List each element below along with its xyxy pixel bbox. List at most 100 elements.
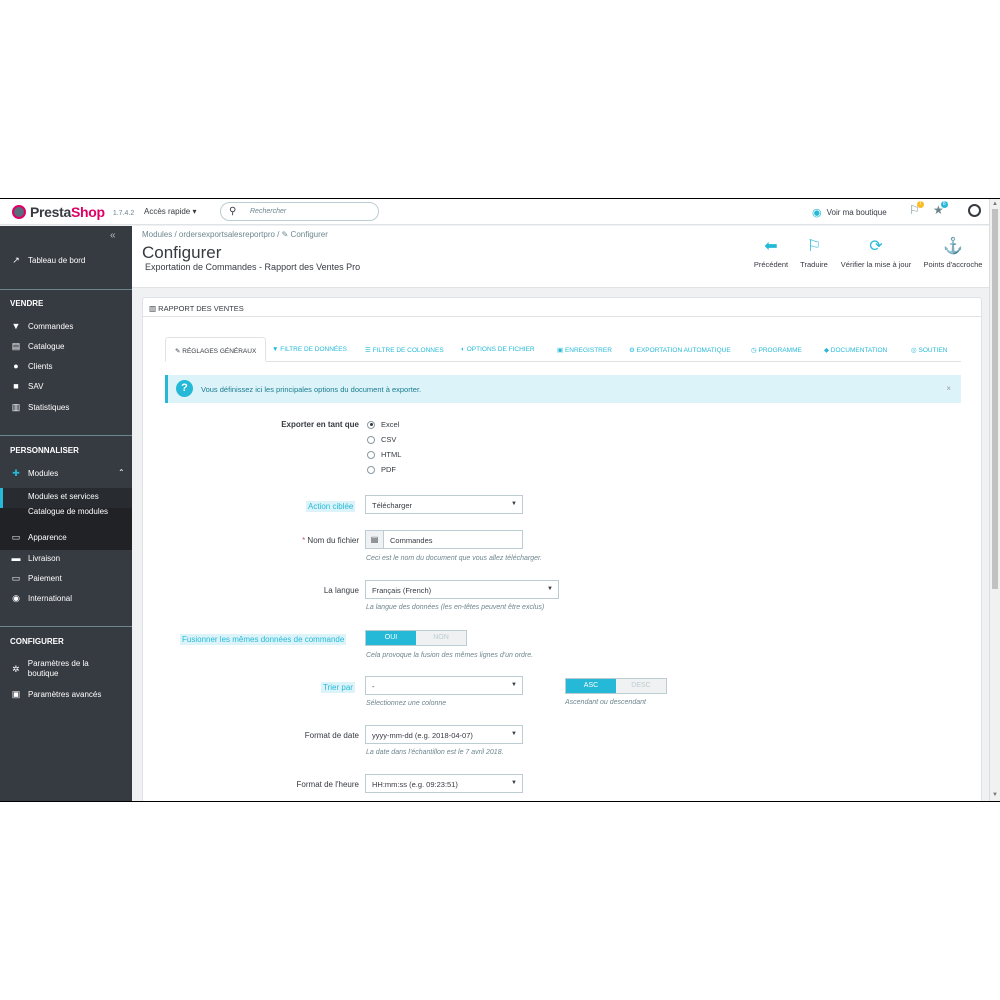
sidebar-item-dashboard[interactable]: ↗ Tableau de bord bbox=[10, 255, 85, 266]
store-icon: ▤ bbox=[11, 341, 21, 351]
sidebar-item-catalog[interactable]: ▤ Catalogue bbox=[10, 341, 65, 352]
merge-no[interactable]: NON bbox=[416, 631, 466, 645]
sales-report-panel: ▥ RAPPORT DES VENTES ✎ RÉGLAGES GÉNÉRAUX… bbox=[142, 297, 982, 801]
scroll-down-icon[interactable]: ▼ bbox=[992, 792, 998, 798]
sort-asc[interactable]: ASC bbox=[566, 679, 616, 693]
sidebar-item-shop-params[interactable]: ✲ Paramètres de la boutique bbox=[10, 659, 120, 679]
sidebar-item-shipping[interactable]: ▬ Livraison bbox=[10, 553, 61, 563]
radio-html[interactable]: HTML bbox=[367, 450, 401, 459]
search-input[interactable]: Rechercher bbox=[250, 208, 286, 215]
tab-bar: ✎ RÉGLAGES GÉNÉRAUX ▼ FILTRE DE DONNÉES … bbox=[165, 337, 961, 362]
page-title: Configurer bbox=[142, 243, 222, 262]
tab-documentation[interactable]: ◆ DOCUMENTATION bbox=[824, 337, 887, 362]
divider bbox=[0, 435, 132, 436]
section-sell-heading: VENDRE bbox=[10, 299, 44, 308]
sort-select[interactable]: - ▼ bbox=[365, 676, 523, 695]
radio-pdf[interactable]: PDF bbox=[367, 465, 396, 474]
customers-notification-icon[interactable]: ★ 8 bbox=[933, 201, 948, 217]
monitor-icon: ▭ bbox=[11, 532, 21, 542]
scroll-up-icon[interactable]: ▲ bbox=[992, 201, 998, 207]
search-box[interactable]: ⚲ Rechercher bbox=[220, 202, 379, 221]
caret-down-icon: ▼ bbox=[511, 731, 517, 737]
sort-direction-toggle[interactable]: ASC DESC bbox=[565, 678, 667, 694]
filename-field[interactable]: ▤ Commandes bbox=[365, 530, 523, 549]
arrow-left-circle-icon: ⬅ bbox=[764, 238, 778, 255]
alert-text: Vous définissez ici les principales opti… bbox=[201, 385, 422, 394]
divider bbox=[0, 626, 132, 627]
sidebar-subitem-modules-services[interactable]: Modules et services bbox=[28, 492, 99, 501]
divider bbox=[0, 289, 132, 290]
version-label: 1.7.4.2 bbox=[112, 210, 135, 217]
language-select[interactable]: Français (French) ▼ bbox=[365, 580, 559, 599]
time-format-select[interactable]: HH:mm:ss (e.g. 09:23:51) ▼ bbox=[365, 774, 523, 793]
tab-file-options[interactable]: ◐ OPTIONS DE FICHIER bbox=[461, 337, 535, 362]
sort-desc[interactable]: DESC bbox=[616, 679, 666, 693]
filename-input[interactable]: Commandes bbox=[390, 536, 433, 545]
date-format-label: Format de date bbox=[304, 731, 359, 740]
merge-toggle[interactable]: OUI NON bbox=[365, 630, 467, 646]
scrollbar-thumb[interactable] bbox=[992, 209, 998, 589]
hooks-button[interactable]: ⚓ Points d'accroche bbox=[921, 237, 985, 269]
radio-unchecked bbox=[367, 435, 375, 444]
settings-box-icon: ▣ bbox=[11, 689, 21, 699]
time-format-label: Format de l'heure bbox=[296, 780, 359, 789]
close-icon[interactable]: × bbox=[946, 384, 951, 393]
merge-yes[interactable]: OUI bbox=[366, 631, 416, 645]
sidebar-item-appearance[interactable]: ▭ Apparence bbox=[10, 532, 67, 543]
back-button[interactable]: ⬅ Précédent bbox=[753, 237, 789, 269]
page-subtitle: Exportation de Commandes - Rapport des V… bbox=[145, 262, 361, 272]
tab-schedule[interactable]: ◷ PROGRAMME bbox=[751, 337, 802, 362]
collapse-sidebar-icon[interactable]: « bbox=[110, 230, 116, 241]
tab-general-settings[interactable]: ✎ RÉGLAGES GÉNÉRAUX bbox=[165, 337, 267, 362]
view-shop-link[interactable]: ◉ Voir ma boutique bbox=[812, 206, 887, 219]
radio-csv[interactable]: CSV bbox=[367, 435, 396, 444]
truck-icon: ▬ bbox=[11, 553, 21, 563]
radio-unchecked bbox=[367, 465, 375, 474]
radio-unchecked bbox=[367, 450, 375, 459]
date-format-help: La date dans l'échantillon est le 7 avri… bbox=[366, 749, 504, 756]
sidebar-item-stats[interactable]: ▥ Statistiques bbox=[10, 402, 70, 413]
tab-support[interactable]: ◎ SOUTIEN bbox=[911, 337, 947, 362]
quick-access-dropdown[interactable]: Accès rapide ▾ bbox=[144, 207, 196, 216]
filename-label: * Nom du fichier bbox=[302, 536, 359, 545]
sidebar-item-advanced-params[interactable]: ▣ Paramètres avancés bbox=[10, 689, 102, 700]
credit-card-icon: ▭ bbox=[11, 573, 21, 583]
tab-auto-export[interactable]: ⚙ EXPORTATION AUTOMATIQUE bbox=[629, 337, 731, 362]
date-format-select[interactable]: yyyy-mm-dd (e.g. 2018-04-07) ▼ bbox=[365, 725, 523, 744]
sidebar-item-international[interactable]: ◉ International bbox=[10, 593, 72, 604]
vertical-scrollbar[interactable]: ▲ ▼ bbox=[989, 199, 1000, 801]
sidebar-item-modules[interactable]: ✚ Modules bbox=[10, 468, 58, 479]
top-bar: PrestaShop 1.7.4.2 Accès rapide ▾ ⚲ Rech… bbox=[0, 199, 989, 225]
user-circle-icon: ● bbox=[13, 361, 19, 371]
customers-badge: 8 bbox=[940, 201, 948, 208]
caret-down-icon: ▼ bbox=[511, 780, 517, 786]
question-icon: ? bbox=[176, 380, 193, 397]
translate-button[interactable]: ⚐ Traduire bbox=[798, 237, 830, 269]
gear-icon: ✲ bbox=[12, 664, 20, 674]
anchor-icon: ⚓ bbox=[943, 238, 963, 255]
logo-text: PrestaShop bbox=[30, 204, 105, 220]
globe-icon: ◉ bbox=[12, 593, 20, 603]
sidebar-item-service[interactable]: ■ SAV bbox=[10, 381, 43, 391]
check-update-button[interactable]: ⟳ Vérifier la mise à jour bbox=[837, 237, 915, 269]
orders-notification-icon[interactable]: ⚐ 7 bbox=[909, 201, 924, 217]
puffin-logo-icon bbox=[12, 205, 26, 219]
user-account-icon[interactable] bbox=[968, 204, 981, 217]
tab-data-filter[interactable]: ▼ FILTRE DE DONNÉES bbox=[272, 337, 347, 362]
sidebar-subitem-modules-catalog[interactable]: Catalogue de modules bbox=[28, 507, 108, 516]
breadcrumb[interactable]: Modules / ordersexportsalesreportpro / ✎… bbox=[142, 230, 328, 239]
chevron-up-icon[interactable]: ⌃ bbox=[118, 468, 125, 477]
sidebar-item-orders[interactable]: ▼ Commandes bbox=[10, 321, 74, 331]
sidebar-item-payment[interactable]: ▭ Paiement bbox=[10, 573, 62, 584]
caret-down-icon: ▼ bbox=[547, 586, 553, 592]
sidebar-item-customers[interactable]: ● Clients bbox=[10, 361, 52, 371]
tab-save[interactable]: ▣ ENREGISTRER bbox=[557, 337, 612, 362]
action-select[interactable]: Télécharger ▼ bbox=[365, 495, 523, 514]
export-as-label: Exporter en tant que bbox=[281, 420, 359, 429]
section-customize-heading: PERSONNALISER bbox=[10, 446, 79, 455]
caret-down-icon: ▼ bbox=[511, 501, 517, 507]
prestashop-logo[interactable]: PrestaShop 1.7.4.2 bbox=[12, 204, 134, 220]
radio-excel[interactable]: Excel bbox=[367, 420, 399, 429]
sort-help: Sélectionnez une colonne bbox=[366, 700, 447, 707]
tab-column-filter[interactable]: ☰ FILTRE DE COLONNES bbox=[365, 337, 444, 362]
